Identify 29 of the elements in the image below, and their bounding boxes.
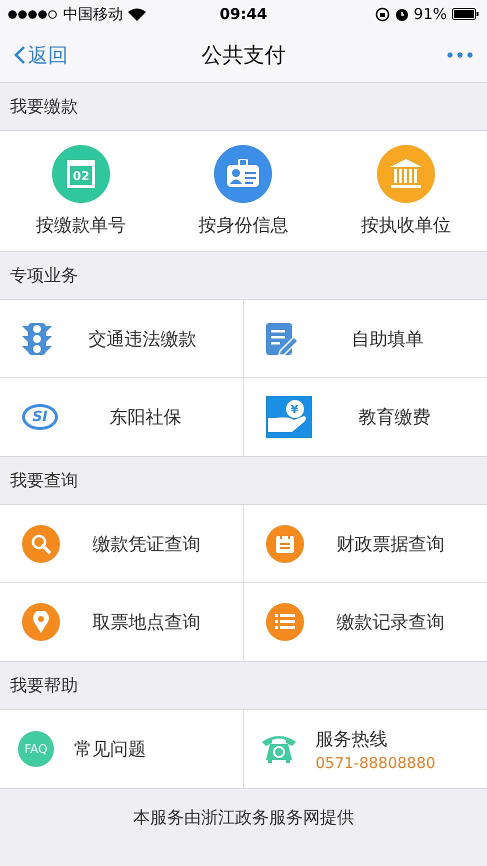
rotation-lock-icon bbox=[374, 6, 390, 22]
list-icon bbox=[266, 603, 304, 641]
hand-coin-icon: ¥ bbox=[266, 396, 312, 438]
back-link[interactable]: 返回 bbox=[14, 42, 104, 68]
footer-note: 本服务由浙江政务服务网提供 bbox=[132, 806, 355, 830]
tile-label: 服务热线 bbox=[316, 728, 388, 750]
search-icon bbox=[22, 524, 60, 562]
more-icon bbox=[447, 52, 473, 58]
battery-icon bbox=[452, 8, 479, 20]
page-title: 公共支付 bbox=[202, 42, 286, 69]
social-security-logo: SI bbox=[22, 404, 58, 430]
service-tile[interactable]: 缴款凭证查询 bbox=[0, 505, 244, 583]
faq-icon: FAQ bbox=[18, 731, 54, 767]
signal-icon bbox=[8, 10, 58, 18]
carrier-name: 中国移动 bbox=[63, 4, 123, 24]
tile-label: 常见问题 bbox=[74, 738, 146, 761]
location-pin-icon bbox=[22, 603, 60, 641]
wifi-icon bbox=[128, 8, 146, 20]
notepad-icon bbox=[266, 524, 304, 562]
service-tile[interactable]: 交通违法缴款 bbox=[0, 300, 244, 378]
battery-percent: 91% bbox=[414, 5, 447, 23]
chevron-left-icon bbox=[14, 45, 26, 65]
status-time: 09:44 bbox=[220, 5, 268, 23]
phone-number: 0571-88808880 bbox=[316, 754, 436, 772]
telephone-icon bbox=[262, 734, 296, 764]
note-pen-icon bbox=[266, 322, 298, 354]
calendar-icon: 02 bbox=[52, 145, 110, 203]
traffic-light-icon bbox=[22, 322, 52, 354]
alarm-icon bbox=[394, 6, 409, 22]
